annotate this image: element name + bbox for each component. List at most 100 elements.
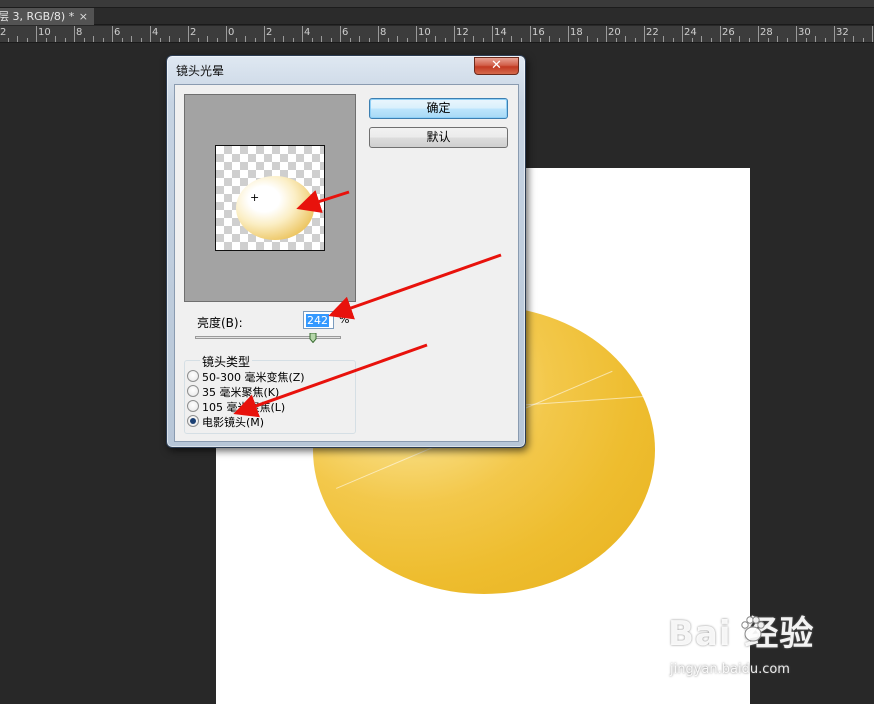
ruler-minor-tick	[444, 38, 446, 42]
ruler-minor-tick	[406, 38, 408, 42]
ruler-minor-tick	[387, 38, 389, 42]
ruler-minor-tick	[169, 36, 170, 42]
preview-flare-image	[236, 176, 314, 240]
ruler-tick-label: 20	[608, 27, 621, 38]
ruler-minor-tick	[777, 36, 778, 42]
ruler-minor-tick	[121, 38, 123, 42]
ruler-minor-tick	[824, 38, 826, 42]
ruler-minor-tick	[701, 36, 702, 42]
ruler-minor-tick	[815, 36, 816, 42]
ruler-minor-tick	[653, 38, 655, 42]
ruler-minor-tick	[748, 38, 750, 42]
brightness-input[interactable]: 242	[303, 311, 334, 329]
ruler-minor-tick	[207, 36, 208, 42]
ruler-minor-tick	[463, 38, 465, 42]
ruler-minor-tick	[739, 36, 740, 42]
ruler-major-tick	[758, 26, 759, 42]
ruler-tick-label: 6	[114, 27, 121, 38]
ruler-minor-tick	[292, 38, 294, 42]
ruler-tick-label: 4	[152, 27, 159, 38]
ruler-minor-tick	[615, 38, 617, 42]
document-tab[interactable]: 层 3, RGB/8) * ×	[0, 8, 94, 25]
ruler-minor-tick	[625, 36, 626, 42]
ruler-minor-tick	[397, 36, 398, 42]
ruler-minor-tick	[321, 36, 322, 42]
ruler-tick-label: 8	[380, 27, 387, 38]
ruler-major-tick	[720, 26, 721, 42]
ruler-tick-label: 16	[532, 27, 545, 38]
ruler-tick-label: 28	[760, 27, 773, 38]
ruler-major-tick	[492, 26, 493, 42]
ruler-minor-tick	[159, 38, 161, 42]
ruler-minor-tick	[216, 38, 218, 42]
ruler-tick-label: 10	[418, 27, 431, 38]
ruler-minor-tick	[634, 38, 636, 42]
lens-type-option-label: 电影镜头(M)	[202, 416, 265, 429]
brightness-slider-thumb[interactable]	[309, 333, 317, 343]
ruler-major-tick	[74, 26, 75, 42]
brightness-value: 242	[306, 314, 329, 327]
radio-checked-icon[interactable]	[187, 415, 199, 427]
ruler-minor-tick	[197, 38, 199, 42]
ruler-minor-tick	[805, 38, 807, 42]
ruler-minor-tick	[45, 38, 47, 42]
ruler-major-tick	[416, 26, 417, 42]
default-button[interactable]: 默认	[369, 127, 508, 148]
ruler-tick-label: 2	[266, 27, 273, 38]
tab-close-icon[interactable]: ×	[79, 8, 88, 25]
ruler-minor-tick	[178, 38, 180, 42]
ruler-tick-label: 0	[228, 27, 235, 38]
ruler-minor-tick	[473, 36, 474, 42]
ruler-minor-tick	[349, 38, 351, 42]
ruler-minor-tick	[273, 38, 275, 42]
ok-button[interactable]: 确定	[369, 98, 508, 119]
ruler-minor-tick	[587, 36, 588, 42]
ruler-minor-tick	[254, 38, 256, 42]
lens-type-group-label: 镜头类型	[200, 353, 253, 370]
dialog-title: 镜头光晕	[176, 64, 225, 78]
ruler-tick-label: 18	[570, 27, 583, 38]
ruler-minor-tick	[663, 36, 664, 42]
preview-thumbnail[interactable]: +	[215, 145, 325, 251]
flare-center-crosshair-icon[interactable]: +	[250, 192, 259, 203]
ruler-tick-label: 6	[342, 27, 349, 38]
ruler-minor-tick	[140, 38, 142, 42]
radio-unchecked-icon[interactable]	[187, 385, 199, 397]
radio-unchecked-icon[interactable]	[187, 400, 199, 412]
ruler-minor-tick	[691, 38, 693, 42]
ruler-minor-tick	[853, 36, 854, 42]
ruler-tick-label: 10	[38, 27, 51, 38]
horizontal-ruler: 21086420246810121416182022242628303234	[0, 26, 874, 43]
ruler-tick-label: 14	[494, 27, 507, 38]
ruler-minor-tick	[558, 38, 560, 42]
ruler-minor-tick	[283, 36, 284, 42]
ruler-tick-label: 30	[798, 27, 811, 38]
ruler-major-tick	[226, 26, 227, 42]
ruler-major-tick	[568, 26, 569, 42]
ruler-minor-tick	[330, 38, 332, 42]
ruler-minor-tick	[64, 38, 66, 42]
ruler-major-tick	[264, 26, 265, 42]
close-button[interactable]: ✕	[474, 57, 519, 75]
ruler-minor-tick	[729, 38, 731, 42]
ruler-minor-tick	[425, 38, 427, 42]
ruler-major-tick	[150, 26, 151, 42]
ruler-tick-label: 4	[304, 27, 311, 38]
ruler-major-tick	[834, 26, 835, 42]
ruler-tick-label: 2	[190, 27, 197, 38]
ruler-major-tick	[682, 26, 683, 42]
ruler-major-tick	[112, 26, 113, 42]
flare-preview-panel[interactable]: +	[184, 94, 356, 302]
paw-icon	[741, 616, 765, 642]
baidu-jingyan-watermark: Bai 经验 jingyan.baidu.com	[668, 606, 868, 686]
ruler-minor-tick	[26, 38, 28, 42]
ruler-minor-tick	[843, 38, 845, 42]
ruler-major-tick	[378, 26, 379, 42]
ruler-major-tick	[872, 26, 873, 42]
ruler-minor-tick	[93, 36, 94, 42]
ruler-minor-tick	[102, 38, 104, 42]
lens-type-option-label: 35 毫米聚焦(K)	[202, 386, 280, 399]
ruler-minor-tick	[311, 38, 313, 42]
radio-unchecked-icon[interactable]	[187, 370, 199, 382]
brightness-slider-track[interactable]	[195, 336, 341, 339]
